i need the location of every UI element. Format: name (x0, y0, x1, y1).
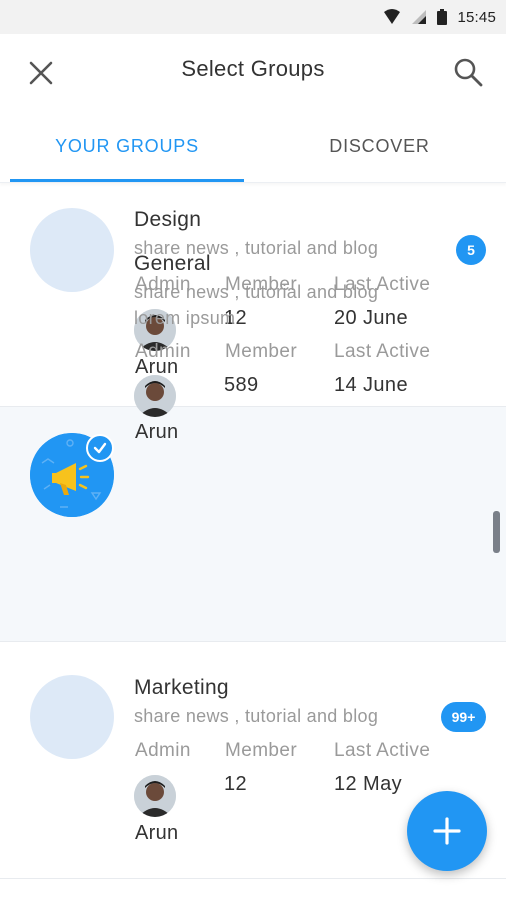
last-active-label: Last Active (334, 341, 431, 362)
group-description: share news , tutorial and blog (134, 282, 379, 302)
battery-icon (437, 9, 448, 25)
last-active-label: Last Active (334, 740, 431, 761)
tab-discover[interactable]: DISCOVER (253, 110, 506, 182)
app-bar: Select Groups (0, 34, 506, 110)
group-name: Marketing (134, 676, 229, 699)
group-description-line2: lorem ipsum (134, 308, 236, 328)
group-list: Design share news , tutorial and blog 5 … (0, 183, 506, 879)
signal-icon (412, 10, 427, 24)
admin-name: Arun (135, 822, 179, 844)
status-time: 15:45 (457, 8, 496, 26)
admin-name: Arun (135, 421, 179, 443)
search-icon[interactable] (452, 56, 484, 88)
member-label: Member (225, 341, 298, 362)
admin-label: Admin (135, 341, 191, 362)
scrollbar-thumb[interactable] (493, 511, 500, 553)
last-active-value: 14 June (334, 374, 408, 396)
group-description: share news , tutorial and blog (134, 706, 379, 726)
tab-bar: YOUR GROUPS DISCOVER (0, 110, 506, 183)
tab-your-groups[interactable]: YOUR GROUPS (10, 110, 244, 182)
last-active-value: 12 May (334, 773, 402, 795)
unread-badge: 99+ (441, 702, 486, 732)
last-active-value: 20 June (334, 307, 408, 329)
group-item-general[interactable]: General share news , tutorial and blog l… (0, 252, 506, 642)
group-avatar (30, 208, 114, 292)
group-name: Design (134, 208, 202, 231)
admin-avatar (134, 375, 176, 417)
wifi-icon (384, 9, 401, 24)
selected-check-icon (86, 434, 114, 462)
active-tab-indicator (10, 179, 244, 182)
page-title: Select Groups (181, 56, 325, 81)
plus-icon (433, 817, 461, 845)
member-count: 12 (224, 773, 248, 795)
admin-avatar (134, 775, 176, 817)
status-bar: 15:45 (0, 0, 506, 34)
member-label: Member (225, 740, 298, 761)
member-count: 589 (224, 374, 259, 396)
admin-label: Admin (135, 740, 191, 761)
unread-badge: 5 (456, 235, 486, 265)
group-avatar (30, 675, 114, 759)
group-name: General (134, 252, 211, 275)
add-group-button[interactable] (407, 791, 487, 871)
